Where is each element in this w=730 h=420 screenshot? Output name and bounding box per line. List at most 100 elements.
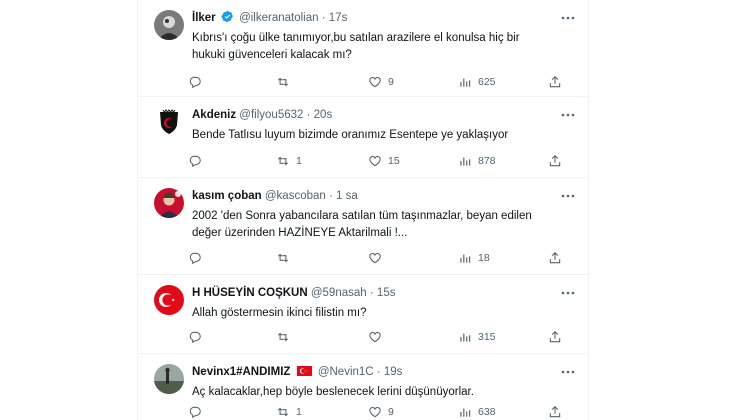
views-icon [460, 78, 471, 87]
tweet[interactable]: İlker @ilkeranatolian · 17s Kıbrıs'ı çoğ… [138, 0, 588, 97]
tweet[interactable]: Nevinx1#ANDIMIZ @Nevin1C · 19s Aç kalaca… [138, 354, 588, 420]
reply-icon [189, 331, 201, 344]
retweet-icon [277, 77, 289, 87]
tweet[interactable]: Akdeniz @filyou5632 · 20s Bende Tatlısu … [138, 97, 588, 178]
reply-button[interactable] [188, 329, 208, 345]
reply-icon [189, 76, 201, 89]
share-icon [549, 331, 561, 343]
timestamp[interactable]: 17s [329, 12, 348, 24]
view-count: 638 [478, 406, 496, 418]
tweet-text: Bende Tatlısu luyum bizimde oranımız Ese… [192, 129, 509, 141]
avatar[interactable] [154, 107, 184, 137]
tweet-header: İlker @ilkeranatolian · 17s [192, 10, 347, 28]
retweet-button[interactable] [276, 250, 296, 266]
more-icon[interactable] [560, 364, 576, 380]
avatar[interactable] [154, 285, 184, 315]
views-icon [460, 408, 471, 417]
reply-button[interactable] [188, 74, 208, 90]
like-count: 9 [388, 76, 394, 88]
like-button[interactable] [368, 329, 388, 345]
like-icon [369, 156, 381, 167]
display-name[interactable]: Akdeniz [192, 109, 236, 121]
share-button[interactable] [548, 74, 562, 90]
like-count: 9 [388, 406, 394, 418]
share-button[interactable] [548, 250, 562, 266]
tweet[interactable]: kasım çoban @kascoban · 1 sa 2002 'den S… [138, 178, 588, 275]
like-button[interactable]: 9 [368, 74, 394, 90]
turkish-flag-icon [296, 365, 312, 381]
more-icon[interactable] [560, 188, 576, 204]
avatar[interactable] [154, 188, 184, 218]
reply-button[interactable] [188, 250, 208, 266]
tweet-text: 2002 'den Sonra yabancılara satılan tüm … [192, 210, 532, 239]
like-button[interactable] [368, 250, 388, 266]
tweet-actions: 9 625 [188, 74, 578, 90]
retweet-count: 1 [296, 406, 302, 418]
separator-dot: · [321, 12, 326, 24]
retweet-button[interactable]: 1 [276, 153, 302, 169]
display-name[interactable]: kasım çoban [192, 190, 262, 202]
more-icon[interactable] [560, 10, 576, 26]
tweet-text: Kıbrıs'ı çoğu ülke tanımıyor,bu satılan … [192, 32, 520, 61]
verified-icon [221, 10, 234, 28]
share-icon [549, 406, 561, 418]
views-icon [460, 254, 471, 263]
views-button[interactable]: 625 [458, 74, 496, 90]
display-name[interactable]: Nevinx1#ANDIMIZ [192, 366, 290, 378]
tweet-actions: 1 9 638 [188, 404, 578, 420]
timestamp[interactable]: 15s [377, 287, 396, 299]
views-button[interactable]: 315 [458, 329, 496, 345]
more-icon[interactable] [560, 107, 576, 123]
like-count: 15 [388, 155, 400, 167]
timestamp[interactable]: 20s [314, 109, 333, 121]
username[interactable]: @ilkeranatolian [239, 12, 318, 24]
view-count: 878 [478, 155, 496, 167]
display-name[interactable]: H HÜSEYİN COŞKUN [192, 287, 308, 299]
display-name[interactable]: İlker [192, 12, 216, 24]
tweet-header: H HÜSEYİN COŞKUN @59nasah · 15s [192, 285, 395, 301]
username[interactable]: @Nevin1C [318, 366, 374, 378]
share-button[interactable] [548, 329, 562, 345]
tweet[interactable]: H HÜSEYİN COŞKUN @59nasah · 15s Allah gö… [138, 275, 588, 354]
more-icon[interactable] [560, 285, 576, 301]
timestamp[interactable]: 1 sa [336, 190, 358, 202]
share-icon [549, 76, 561, 88]
views-button[interactable]: 878 [458, 153, 496, 169]
tweet-header: Nevinx1#ANDIMIZ @Nevin1C · 19s [192, 364, 402, 381]
separator-dot: · [306, 109, 311, 121]
views-button[interactable]: 638 [458, 404, 496, 420]
like-icon [369, 253, 381, 264]
like-icon [369, 77, 381, 88]
retweet-button[interactable] [276, 329, 296, 345]
retweet-button[interactable]: 1 [276, 404, 302, 420]
reply-button[interactable] [188, 404, 208, 420]
reply-button[interactable] [188, 153, 208, 169]
username[interactable]: @filyou5632 [239, 109, 303, 121]
username[interactable]: @kascoban [265, 190, 326, 202]
like-button[interactable]: 9 [368, 404, 394, 420]
retweet-count: 1 [296, 155, 302, 167]
timeline-column: İlker @ilkeranatolian · 17s Kıbrıs'ı çoğ… [137, 0, 589, 420]
timestamp[interactable]: 19s [384, 366, 403, 378]
retweet-icon [277, 156, 289, 166]
share-button[interactable] [548, 153, 562, 169]
views-icon [460, 333, 471, 342]
retweet-button[interactable] [276, 74, 296, 90]
avatar[interactable] [154, 10, 184, 40]
reply-icon [189, 252, 201, 265]
tweet-header: Akdeniz @filyou5632 · 20s [192, 107, 332, 123]
retweet-icon [277, 253, 289, 263]
separator-dot: · [328, 190, 333, 202]
username[interactable]: @59nasah [311, 287, 367, 299]
tweet-header: kasım çoban @kascoban · 1 sa [192, 188, 358, 204]
share-icon [549, 252, 561, 264]
view-count: 18 [478, 252, 490, 264]
tweet-actions: 315 [188, 329, 578, 345]
like-button[interactable]: 15 [368, 153, 400, 169]
views-button[interactable]: 18 [458, 250, 490, 266]
view-count: 625 [478, 76, 496, 88]
tweet-actions: 1 15 878 [188, 153, 578, 169]
share-button[interactable] [548, 404, 562, 420]
tweet-text: Aç kalacaklar,hep böyle beslenecek lerin… [192, 386, 474, 398]
avatar[interactable] [154, 364, 184, 394]
